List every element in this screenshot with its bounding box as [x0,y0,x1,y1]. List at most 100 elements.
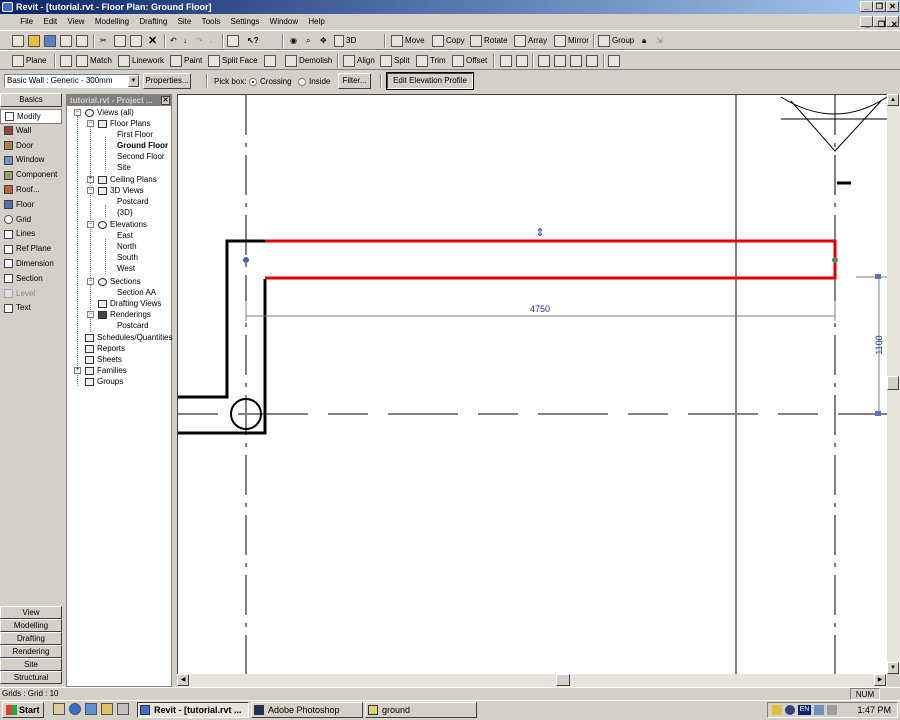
properties-button[interactable]: Properties... [143,73,191,89]
vertical-scroll-thumb[interactable] [887,376,899,390]
restore-icon[interactable]: ❐ [873,1,886,12]
work-plane-button[interactable]: Plane [12,54,46,68]
toolbar-options-icon[interactable] [608,54,622,68]
tree-sheets[interactable]: Sheets [85,354,122,365]
redo-icon[interactable]: ↷ [196,34,203,48]
split-button[interactable]: Split [380,54,410,68]
minimize-icon[interactable]: _ [860,1,873,12]
internet-explorer-icon[interactable] [69,703,81,715]
collapse-icon[interactable]: − [74,109,81,116]
task-ground[interactable]: ground [365,702,477,718]
trim-button[interactable]: Trim [416,54,446,68]
menu-settings[interactable]: Settings [227,14,264,29]
edit-elevation-profile-button[interactable]: Edit Elevation Profile [386,72,474,90]
help-pointer-icon[interactable]: ↖? [247,34,259,48]
tab-modelling[interactable]: Modelling [0,619,62,632]
tree-rendering-postcard[interactable]: Postcard [117,320,149,331]
3d-view-button[interactable]: 3D [334,34,356,48]
modify-tool[interactable]: Modify [0,109,62,124]
tree-ground-floor[interactable]: Ground Floor [117,140,168,151]
copy-clipboard-icon[interactable] [114,34,128,48]
roof-tool[interactable]: Roof... [0,183,62,198]
unpin-icon[interactable]: ⇲ [656,34,663,48]
collapse-icon[interactable]: − [87,120,94,127]
tree-elevations[interactable]: Elevations [98,219,147,230]
tree-section-aa[interactable]: Section AA [117,287,156,298]
cope-icon[interactable] [264,54,278,68]
save-icon[interactable] [44,34,58,48]
new-icon[interactable] [12,34,26,48]
offset-button[interactable]: Offset [452,54,487,68]
resize-icon[interactable] [500,54,514,68]
doc-minimize-icon[interactable]: _ [860,16,873,29]
drawing-canvas[interactable]: ⇕ 4750 1100 [177,94,887,674]
scroll-right-icon[interactable]: ▶ [874,674,886,686]
demolish-button[interactable]: Demolish [285,54,332,68]
scroll-down-icon[interactable]: ▼ [887,662,899,674]
tree-second-floor[interactable]: Second Floor [117,151,165,162]
tab-rendering[interactable]: Rendering [0,645,62,658]
wall[interactable] [178,239,265,399]
unjoin-icon[interactable] [554,54,568,68]
tray-icon[interactable] [785,705,795,715]
split-face-button[interactable]: Split Face [208,54,258,68]
floor-tool[interactable]: Floor [0,198,62,213]
task-photoshop[interactable]: Adobe Photoshop [251,702,363,718]
door-tool[interactable]: Door [0,139,62,154]
window-tool[interactable]: Window [0,153,62,168]
menu-view[interactable]: View [63,14,88,29]
outlook-icon[interactable] [85,703,97,715]
menu-modelling[interactable]: Modelling [91,14,133,29]
menu-site[interactable]: Site [174,14,196,29]
text-tool[interactable]: Text [0,301,62,316]
start-button[interactable]: Start [2,702,44,718]
level-tool[interactable]: Level [0,287,62,302]
folder-icon[interactable] [101,703,113,715]
volume-icon[interactable] [827,705,837,715]
menu-drafting[interactable]: Drafting [135,14,171,29]
mirror-button[interactable]: Mirror [554,34,589,48]
tab-site[interactable]: Site [0,658,62,671]
chevron-down-icon[interactable]: ▼ [128,75,139,87]
redo-dropdown-icon[interactable]: ↓ [209,34,213,48]
dynamic-view-icon[interactable]: ✥ [320,34,327,48]
scale-icon[interactable] [516,54,530,68]
tree-groups[interactable]: Groups [85,376,123,387]
tree-west[interactable]: West [117,263,135,274]
undo-dropdown-icon[interactable]: ↓ [183,34,187,48]
menu-file[interactable]: File [16,14,37,29]
open-icon[interactable] [28,34,42,48]
section-tool[interactable]: Section [0,272,62,287]
delete-icon[interactable]: ✕ [148,34,157,48]
collapse-icon[interactable]: − [87,187,94,194]
quick-launch-icon[interactable] [117,703,129,715]
tree-first-floor[interactable]: First Floor [117,129,153,140]
tree-views-all[interactable]: Views (all) [85,107,134,118]
undo-icon[interactable]: ↶ [170,34,177,48]
crossing-radio[interactable]: Crossing [249,76,292,88]
selected-wall[interactable] [265,239,837,280]
expand-icon[interactable]: + [87,176,94,183]
dimension-grip[interactable] [875,411,881,416]
tree-families[interactable]: Families [85,365,127,376]
menu-tools[interactable]: Tools [198,14,225,29]
wall-tool[interactable]: Wall [0,124,62,139]
horizontal-scroll-thumb[interactable] [556,674,570,686]
scroll-left-icon[interactable]: ◀ [177,674,189,686]
tree-floor-plans[interactable]: Floor Plans [98,118,150,129]
tree-reports[interactable]: Reports [85,343,125,354]
doc-close-icon[interactable]: ✕ [886,16,899,29]
tree-schedules[interactable]: Schedules/Quantities [85,332,173,343]
wall-end-grip[interactable] [832,257,838,263]
horizontal-scrollbar[interactable]: ◀ ▶ [177,674,887,687]
lock-icon[interactable]: 🔒︎ [642,34,646,48]
join-icon[interactable] [538,54,552,68]
flip-control-icon[interactable]: ⇕ [535,226,544,239]
ref-plane-tool[interactable]: Ref Plane [0,242,62,257]
print-icon[interactable] [76,34,90,48]
vertical-scrollbar[interactable]: ▲ ▼ [887,94,900,674]
tab-view[interactable]: View [0,606,62,619]
show-desktop-icon[interactable] [53,703,65,715]
array-button[interactable]: Array [514,34,547,48]
tree-north[interactable]: North [117,241,137,252]
